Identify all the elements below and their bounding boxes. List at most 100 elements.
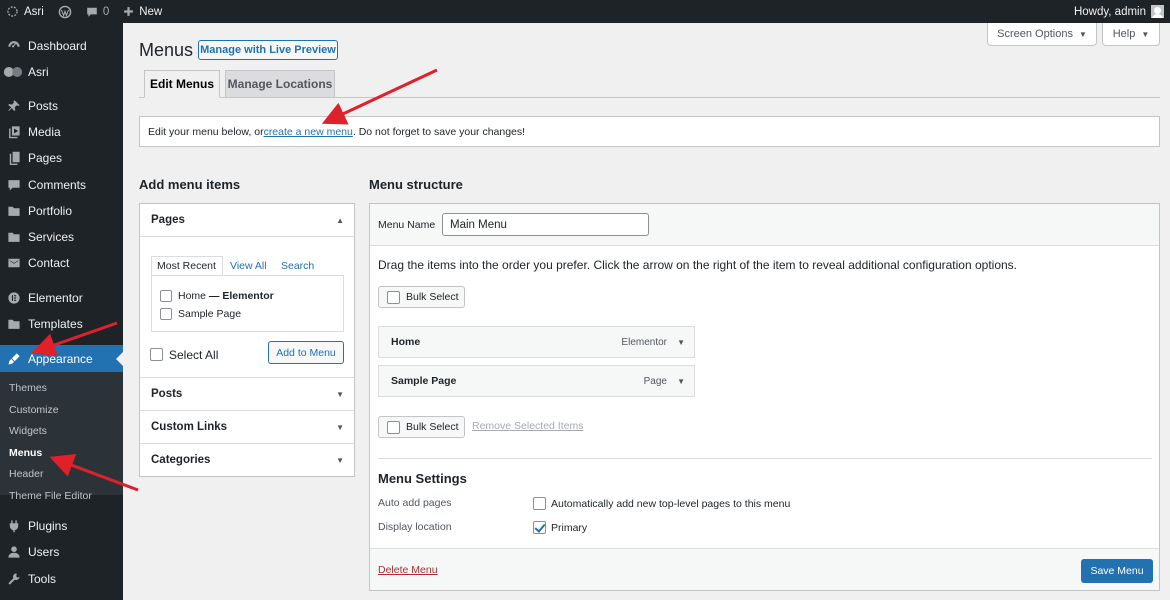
sidebar-item-label: Posts [28,99,59,113]
submenu-item-widgets[interactable]: Widgets [9,425,47,437]
tab-view-all[interactable]: View All [230,260,267,272]
sidebar-item-users[interactable]: Users [0,539,123,565]
menu-name-input[interactable]: Main Menu [442,213,649,236]
tab-manage-locations[interactable]: Manage Locations [225,70,335,98]
categories-section-title: Categories [151,454,211,466]
sidebar-item-label: Services [28,230,75,244]
sidebar-item-pages[interactable]: Pages [0,145,123,171]
page-checkbox-sample-page[interactable] [160,308,172,320]
primary-location-checkbox[interactable] [533,521,546,534]
arrow-to-create-menu-link [321,68,438,125]
new-label: New [139,5,163,18]
menu-item-title: Sample Page [391,375,457,387]
page-title: Menus [139,40,194,60]
create-new-menu-link[interactable]: create a new menu [264,126,353,138]
folder-icon [7,204,21,218]
pages-icon [7,151,21,165]
avatar [1151,5,1164,18]
sidebar-item-contact[interactable]: Contact [0,250,123,276]
menu-footer [370,548,1159,590]
submenu-item-theme-file-editor[interactable]: Theme File Editor [9,490,92,502]
sidebar-item-comments[interactable]: Comments [0,172,123,198]
custom-links-accordion-title[interactable]: Custom Links ▼ [140,410,354,443]
elementor-icon [7,291,21,305]
auto-add-checkbox[interactable] [533,497,546,510]
caret-down-icon: ▼ [336,389,344,399]
bulk-select-button-bottom[interactable]: Bulk Select [378,416,465,438]
sidebar-item-posts[interactable]: Posts [0,93,123,119]
sidebar-item-label: Asri [28,65,49,79]
submenu-item-menus[interactable]: Menus [9,447,42,459]
display-location-label: Display location [378,521,452,533]
menu-settings-heading: Menu Settings [378,471,467,486]
sidebar-item-label: Tools [28,572,57,586]
submenu-item-header[interactable]: Header [9,468,43,480]
submenu-item-customize[interactable]: Customize [9,404,59,416]
caret-down-icon[interactable]: ▼ [677,377,685,386]
pages-section-title: Pages [151,214,185,226]
select-all-checkbox[interactable] [150,348,163,361]
add-to-menu-button[interactable]: Add to Menu [268,341,344,364]
caret-down-icon[interactable]: ▼ [677,338,685,347]
menu-item-type: Elementor [621,336,667,348]
media-icon [7,125,21,139]
bulk-select-button-top[interactable]: Bulk Select [378,286,465,308]
help-button[interactable]: Help ▼ [1102,23,1160,46]
wp-logo-menu[interactable]: Asri [0,0,51,23]
page-label-sample-page: Sample Page [178,308,242,320]
live-preview-button[interactable]: Manage with Live Preview [198,40,338,60]
sidebar-item-label: Templates [28,317,83,331]
sidebar-item-elementor[interactable]: Elementor [0,285,123,311]
wrench-icon [7,572,21,586]
screen-options-label: Screen Options [997,28,1073,40]
menu-item-title: Home [391,336,421,348]
tab-most-recent[interactable]: Most Recent [157,260,216,272]
help-label: Help [1112,28,1136,40]
caret-up-icon: ▲ [336,215,344,225]
screen-options-button[interactable]: Screen Options ▼ [987,23,1097,46]
menu-item-type: Page [643,375,667,387]
posts-accordion-title[interactable]: Posts ▼ [140,377,354,410]
comments-link[interactable]: 0 [79,0,116,23]
pages-accordion-title[interactable]: Pages ▲ [140,204,354,237]
page-checkbox-home[interactable] [160,290,172,302]
asri-icon [3,65,23,79]
submenu-item-themes[interactable]: Themes [9,382,47,394]
menu-instructions: Drag the items into the order you prefer… [378,258,1018,272]
caret-down-icon: ▼ [1078,29,1087,39]
remove-selected-items-link[interactable]: Remove Selected Items [472,420,583,432]
sidebar-item-asri[interactable]: Asri [0,59,123,85]
sidebar-item-label: Plugins [28,519,68,533]
sidebar-item-templates[interactable]: Templates [0,311,123,337]
sidebar-item-portfolio[interactable]: Portfolio [0,198,123,224]
page-label-home: Home — Elementor [178,290,274,302]
caret-down-icon: ▼ [336,422,344,432]
new-content-link[interactable]: New [116,0,169,23]
menu-item-sample-page[interactable]: Sample Page Page ▼ [378,365,695,397]
delete-menu-link[interactable]: Delete Menu [378,564,438,576]
user-icon [7,545,21,559]
wordpress-icon[interactable] [51,0,79,23]
menu-name-label: Menu Name [378,219,436,231]
my-account[interactable]: Howdy, admin [1074,5,1170,18]
tab-edit-menus[interactable]: Edit Menus [144,70,220,98]
pin-icon [7,99,21,113]
sidebar-item-plugins[interactable]: Plugins [0,513,123,539]
menu-item-home[interactable]: Home Elementor ▼ [378,326,695,358]
brush-icon [7,352,21,366]
sidebar-item-label: Media [28,125,61,139]
admin-bar: Asri 0 New Howdy, admin [0,0,1170,23]
categories-accordion-title[interactable]: Categories ▼ [140,443,354,476]
posts-section-title: Posts [151,388,183,400]
sidebar-item-appearance[interactable]: Appearance [0,345,123,372]
bulk-select-checkbox [387,420,400,434]
sidebar-item-dashboard[interactable]: Dashboard [0,33,123,59]
sidebar-item-media[interactable]: Media [0,119,123,145]
save-menu-button[interactable]: Save Menu [1081,559,1153,583]
bulk-select-label: Bulk Select [406,291,459,303]
comment-bubble-icon [87,7,97,17]
sidebar-item-services[interactable]: Services [0,224,123,250]
folder-icon [7,317,21,331]
tab-search[interactable]: Search [281,260,314,272]
sidebar-item-tools[interactable]: Tools [0,566,123,592]
